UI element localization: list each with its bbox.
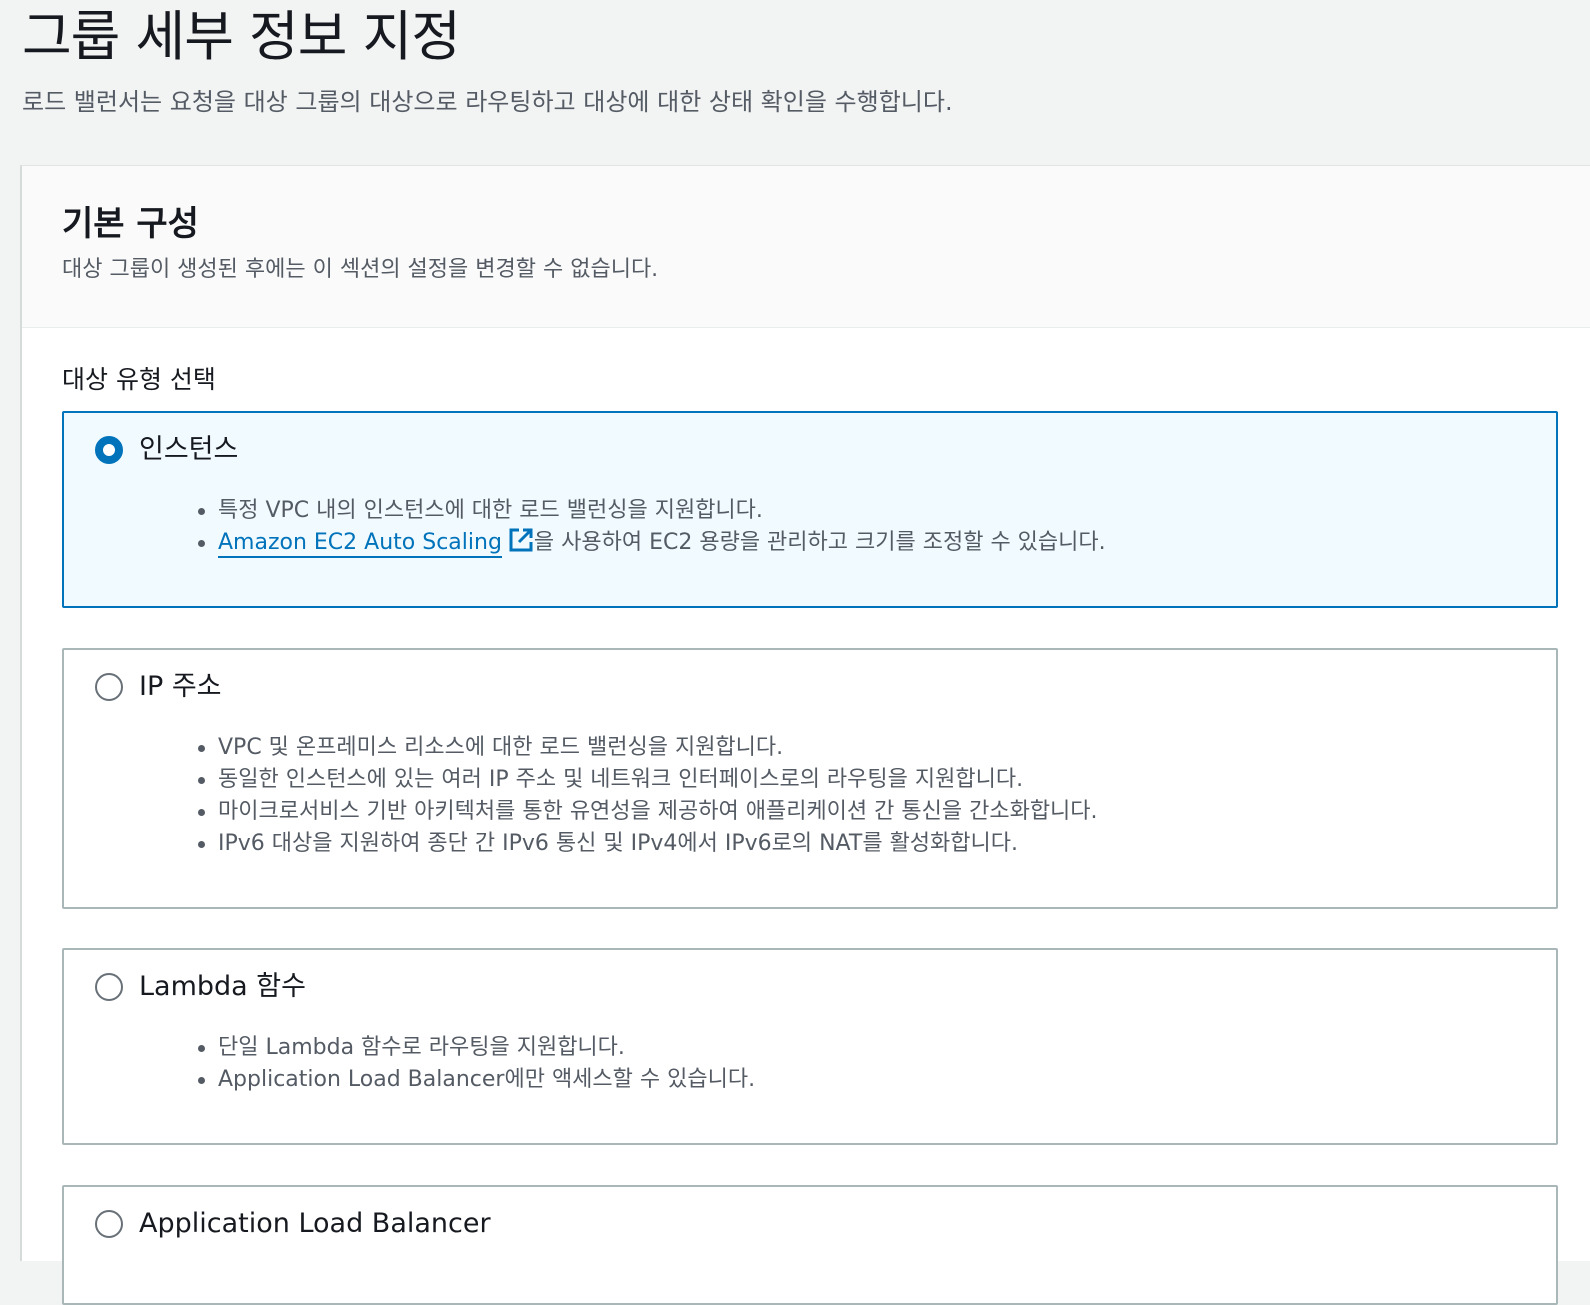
instance-bullet-list: 특정 VPC 내의 인스턴스에 대한 로드 밸런싱을 지원합니다. Amazon… (198, 495, 1106, 559)
list-item: Amazon EC2 Auto Scaling 을 사용하여 EC2 용량을 관리… (198, 527, 1106, 559)
list-item: VPC 및 온프레미스 리소스에 대한 로드 밸런싱을 지원합니다. (198, 732, 1098, 764)
page-title: 그룹 세부 정보 지정 (22, 5, 461, 68)
radio-lambda[interactable] (95, 973, 123, 1001)
target-type-label: 대상 유형 선택 (62, 365, 216, 394)
list-item: IPv6 대상을 지원하여 종단 간 IPv6 통신 및 IPv4에서 IPv6… (198, 828, 1098, 860)
external-link-icon[interactable] (508, 527, 534, 553)
ec2-auto-scaling-link[interactable]: Amazon EC2 Auto Scaling (218, 530, 502, 558)
basic-config-container: 기본 구성 대상 그룹이 생성된 후에는 이 섹션의 설정을 변경할 수 없습니… (20, 165, 1590, 1305)
list-item: 마이크로서비스 기반 아키텍처를 통한 유연성을 제공하여 애플리케이션 간 통… (198, 796, 1098, 828)
option-label-instance: 인스턴스 (139, 434, 239, 465)
ec2-auto-scaling-text: 을 사용하여 EC2 용량을 관리하고 크기를 조정할 수 있습니다. (533, 530, 1106, 555)
radio-ip[interactable] (95, 673, 123, 701)
list-item: Application Load Balancer에만 액세스할 수 있습니다. (197, 1064, 755, 1096)
option-label-ip: IP 주소 (139, 671, 222, 702)
option-card-alb[interactable]: Application Load Balancer (62, 1185, 1558, 1305)
radio-alb[interactable] (95, 1210, 123, 1238)
section-title: 기본 구성 (62, 204, 199, 244)
option-card-instance[interactable]: 인스턴스 특정 VPC 내의 인스턴스에 대한 로드 밸런싱을 지원합니다. A… (62, 411, 1558, 608)
radio-instance[interactable] (95, 436, 123, 464)
ip-bullet-list: VPC 및 온프레미스 리소스에 대한 로드 밸런싱을 지원합니다. 동일한 인… (198, 732, 1098, 860)
option-label-alb: Application Load Balancer (139, 1208, 491, 1239)
option-card-lambda[interactable]: Lambda 함수 단일 Lambda 함수로 라우팅을 지원합니다. Appl… (62, 948, 1558, 1145)
list-item: 동일한 인스턴스에 있는 여러 IP 주소 및 네트워크 인터페이스로의 라우팅… (198, 764, 1098, 796)
section-description: 대상 그룹이 생성된 후에는 이 섹션의 설정을 변경할 수 없습니다. (62, 257, 659, 282)
list-item: 단일 Lambda 함수로 라우팅을 지원합니다. (197, 1032, 755, 1064)
page-description: 로드 밸런서는 요청을 대상 그룹의 대상으로 라우팅하고 대상에 대한 상태 … (22, 88, 953, 116)
list-item: 특정 VPC 내의 인스턴스에 대한 로드 밸런싱을 지원합니다. (198, 495, 1106, 527)
option-label-lambda: Lambda 함수 (139, 971, 306, 1002)
option-card-ip[interactable]: IP 주소 VPC 및 온프레미스 리소스에 대한 로드 밸런싱을 지원합니다.… (62, 648, 1558, 909)
lambda-bullet-list: 단일 Lambda 함수로 라우팅을 지원합니다. Application Lo… (197, 1032, 755, 1096)
container-header: 기본 구성 대상 그룹이 생성된 후에는 이 섹션의 설정을 변경할 수 없습니… (22, 166, 1590, 328)
